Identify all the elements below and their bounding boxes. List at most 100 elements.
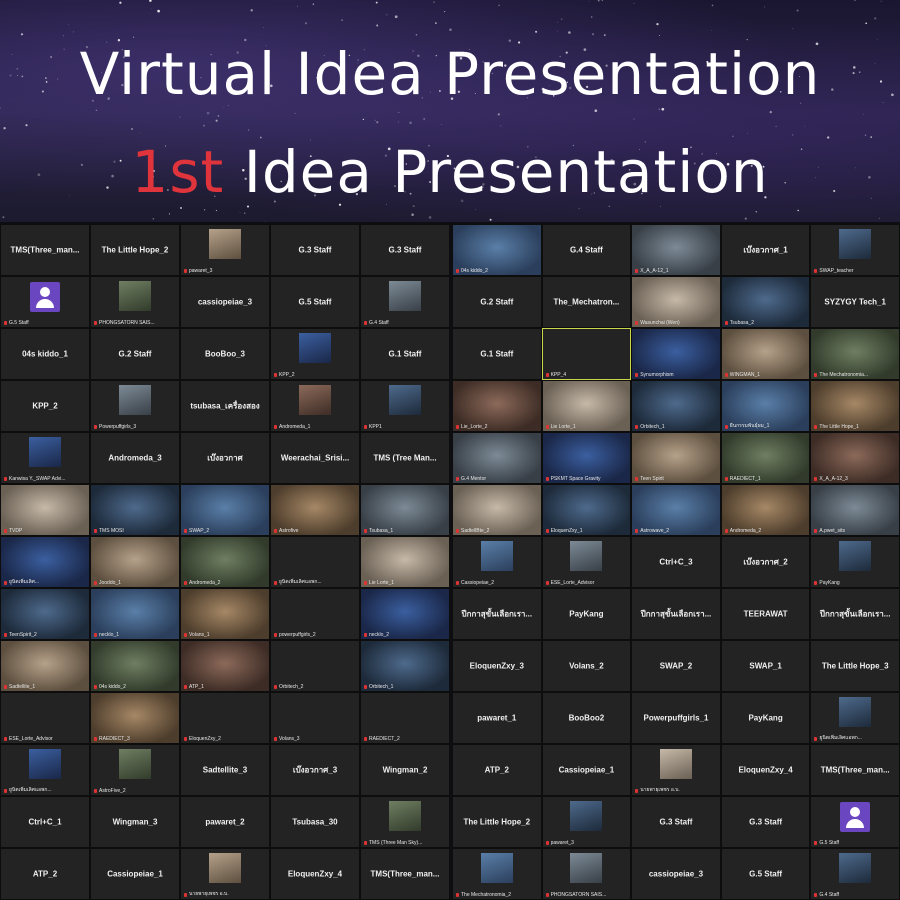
participant-tile[interactable]: G.4 Staff (810, 848, 900, 900)
participant-tile[interactable]: Orbitech_1 (360, 640, 450, 692)
participant-tile[interactable]: ยีนกรรมพันธุ์ผม_1 (720, 380, 811, 432)
participant-tile[interactable]: pawaret_3 (180, 224, 270, 276)
participant-tile[interactable]: Orbitech_1 (631, 380, 721, 432)
participant-tile[interactable]: ESE_Lorte_Advisor (541, 536, 632, 588)
participant-tile[interactable]: PayKang (720, 692, 811, 744)
participant-tile[interactable]: G.3 Staff (360, 224, 450, 276)
participant-tile[interactable]: ATP_2 (0, 848, 90, 900)
participant-tile[interactable]: cassiopeiae_3 (631, 848, 721, 900)
participant-tile[interactable]: G.5 Staff (270, 276, 360, 328)
participant-tile[interactable]: RAEDIECT_2 (360, 692, 450, 744)
participant-tile[interactable]: SWAP_teacher (810, 224, 900, 276)
participant-tile[interactable]: Wingman_3 (90, 796, 180, 848)
participant-tile[interactable]: Tsubasa_1 (360, 484, 450, 536)
participant-tile[interactable]: เบ๊งอวกาศ (180, 432, 270, 484)
participant-tile[interactable]: ATP_1 (180, 640, 270, 692)
participant-tile[interactable]: Weerachai_Srisi... (270, 432, 360, 484)
participant-tile[interactable]: Andromeda_1 (270, 380, 360, 432)
participant-tile[interactable]: The Little Hope_2 (90, 224, 180, 276)
participant-tile[interactable]: KPP_4 (541, 328, 632, 380)
participant-tile[interactable]: cassiopeiae_3 (180, 276, 270, 328)
participant-tile[interactable]: Lie Lorte_1 (541, 380, 632, 432)
participant-tile[interactable]: 04s kiddo_1 (0, 328, 90, 380)
participant-tile[interactable]: Volans_2 (541, 640, 632, 692)
participant-tile[interactable]: G.3 Staff (631, 796, 721, 848)
participant-tile[interactable]: EloquenZxy_1 (541, 484, 632, 536)
participant-tile[interactable]: Volans_3 (270, 692, 360, 744)
participant-tile[interactable]: KPP_2 (0, 380, 90, 432)
participant-tile[interactable]: ยูนิตเพิ่มเลิศ... (0, 536, 90, 588)
participant-tile[interactable]: TMS(Three_man... (360, 848, 450, 900)
participant-tile[interactable]: TMS(Three_man... (0, 224, 90, 276)
participant-tile[interactable]: Astrofive (270, 484, 360, 536)
participant-tile[interactable]: Synumorphism (631, 328, 721, 380)
participant-tile[interactable]: G.5 Staff (720, 848, 811, 900)
participant-tile[interactable]: G.5 Staff (0, 276, 90, 328)
participant-tile[interactable]: ยูนิตเพิ่มเลิศแอพก... (270, 536, 360, 588)
participant-tile[interactable]: necklo_1 (90, 588, 180, 640)
participant-tile[interactable]: นายพายุเพชร อ.บ. (180, 848, 270, 900)
participant-tile[interactable]: Ctrl+C_1 (0, 796, 90, 848)
participant-tile[interactable]: RAEDIECT_3 (90, 692, 180, 744)
participant-tile[interactable]: ยูนิตเพิ่มเลิศแอพก... (810, 692, 900, 744)
participant-tile[interactable]: 04s kiddo_2 (90, 640, 180, 692)
participant-tile[interactable]: RAEDIECT_1 (720, 432, 811, 484)
participant-tile[interactable]: ปีกกาสุขั้นเลือกเรา... (631, 588, 721, 640)
participant-tile[interactable]: PSKMT Space Gravity (541, 432, 632, 484)
participant-tile[interactable]: SYZYGY Tech_1 (810, 276, 900, 328)
participant-tile[interactable]: 04s kiddo_2 (452, 224, 542, 276)
participant-tile[interactable]: Astrowave_2 (631, 484, 721, 536)
participant-tile[interactable]: Sadtellite_3 (180, 744, 270, 796)
participant-tile[interactable]: Tsubasa_2 (720, 276, 811, 328)
participant-tile[interactable]: EloquenZxy_3 (452, 640, 542, 692)
participant-tile[interactable]: เบ๊งอวกาศ_2 (720, 536, 811, 588)
participant-tile[interactable]: Sadtellite_1 (0, 640, 90, 692)
participant-tile[interactable]: KPP1 (360, 380, 450, 432)
participant-tile[interactable]: The Mechatronomia_2 (452, 848, 542, 900)
participant-tile[interactable]: BooBoo_3 (180, 328, 270, 380)
participant-tile[interactable]: X_A_A-12_3 (810, 432, 900, 484)
participant-tile[interactable]: A.pwet_sits (810, 484, 900, 536)
participant-tile[interactable]: powerpuffgirls_2 (270, 588, 360, 640)
participant-tile[interactable]: ปีกกาสุขั้นเลือกเรา... (452, 588, 542, 640)
participant-tile[interactable]: PayKang (541, 588, 632, 640)
participant-tile[interactable]: Wingman_2 (360, 744, 450, 796)
participant-tile[interactable]: Andromeda_2 (180, 536, 270, 588)
participant-tile[interactable]: Lie Lorte_1 (360, 536, 450, 588)
participant-tile[interactable]: G.4 Mentor (452, 432, 542, 484)
participant-tile[interactable]: Andromeda_3 (90, 432, 180, 484)
participant-tile[interactable]: G.3 Staff (270, 224, 360, 276)
participant-tile[interactable]: Ctrl+C_3 (631, 536, 721, 588)
participant-tile[interactable]: Andromeda_2 (720, 484, 811, 536)
participant-tile[interactable]: G.2 Staff (90, 328, 180, 380)
participant-tile[interactable]: PHONGSATORN SAIS... (90, 276, 180, 328)
participant-tile[interactable]: Jooddo_1 (90, 536, 180, 588)
participant-tile[interactable]: เบ๊งอวกาศ_3 (270, 744, 360, 796)
participant-tile[interactable]: WINGMAN_1 (720, 328, 811, 380)
participant-tile[interactable]: ATP_2 (452, 744, 542, 796)
participant-tile[interactable]: นายพายุเพชร อ.บ. (631, 744, 721, 796)
participant-tile[interactable]: G.3 Staff (720, 796, 811, 848)
participant-tile[interactable]: G.5 Staff (810, 796, 900, 848)
participant-tile[interactable]: The Little Hope_3 (810, 640, 900, 692)
participant-tile[interactable]: Cassiopeiae_2 (452, 536, 542, 588)
participant-tile[interactable]: Kanwisa Y._SWAP Advi... (0, 432, 90, 484)
participant-tile[interactable]: KPP_2 (270, 328, 360, 380)
participant-tile[interactable]: Wasunchai (Wen) (631, 276, 721, 328)
participant-tile[interactable]: TMS (Three Man Sky)... (360, 796, 450, 848)
participant-tile[interactable]: G.4 Staff (541, 224, 632, 276)
participant-tile[interactable]: SWAP_2 (180, 484, 270, 536)
participant-tile[interactable]: The Little Hope_2 (452, 796, 542, 848)
participant-tile[interactable]: SWAP_2 (631, 640, 721, 692)
participant-tile[interactable]: tsubasa_เครื่องสอง (180, 380, 270, 432)
participant-tile[interactable]: SadtellBte_2 (452, 484, 542, 536)
participant-tile[interactable]: ปีกกาสุขั้นเลือกเรา... (810, 588, 900, 640)
participant-tile[interactable]: pawaret_1 (452, 692, 542, 744)
participant-tile[interactable]: pawaret_2 (180, 796, 270, 848)
participant-tile[interactable]: Teen Spirit (631, 432, 721, 484)
participant-tile[interactable]: X_A_A-12_1 (631, 224, 721, 276)
participant-tile[interactable]: เบ๊งอวกาศ_1 (720, 224, 811, 276)
participant-tile[interactable]: TMS(Three_man... (810, 744, 900, 796)
participant-tile[interactable]: TEERAWAT (720, 588, 811, 640)
participant-tile[interactable]: EloquenZxy_4 (720, 744, 811, 796)
